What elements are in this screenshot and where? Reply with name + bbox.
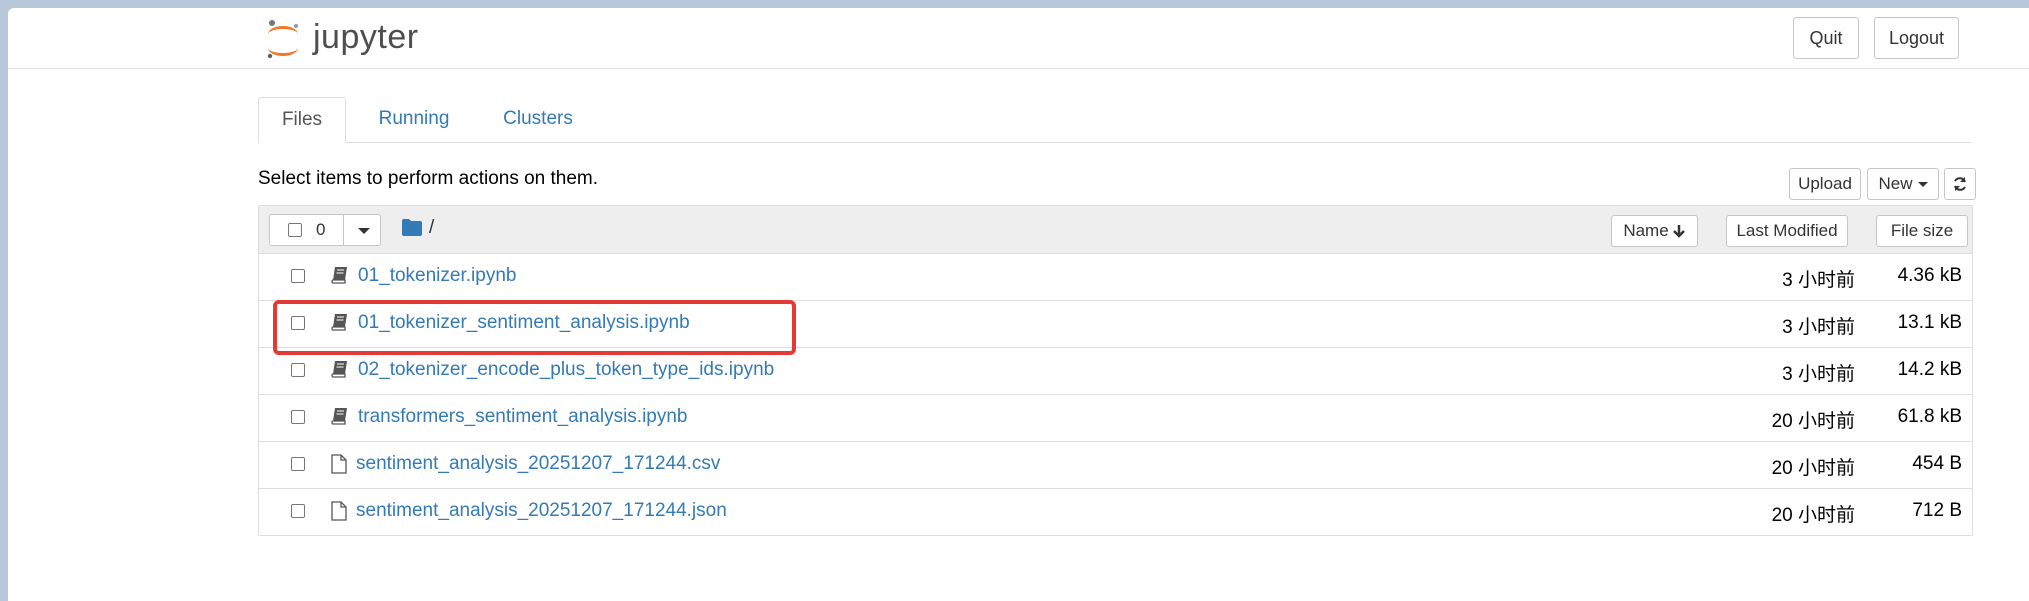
file-row[interactable]: 01_tokenizer_sentiment_analysis.ipynb 3 … — [259, 301, 1972, 348]
new-button-label: New — [1878, 174, 1913, 193]
file-icon — [331, 454, 347, 474]
refresh-button[interactable] — [1944, 168, 1976, 200]
file-name-link[interactable]: 02_tokenizer_encode_plus_token_type_ids.… — [358, 359, 774, 381]
file-row[interactable]: transformers_sentiment_analysis.ipynb 20… — [259, 395, 1972, 442]
breadcrumb-path[interactable]: / — [429, 217, 434, 239]
book-icon — [331, 314, 347, 331]
file-name-link[interactable]: 01_tokenizer.ipynb — [358, 265, 516, 287]
book-icon — [331, 408, 347, 425]
folder-icon[interactable] — [402, 219, 422, 236]
file-row[interactable]: 01_tokenizer.ipynb 3 小时前 4.36 kB — [259, 254, 1972, 301]
select-all-dropdown[interactable]: 0 — [269, 214, 381, 246]
row-checkbox[interactable] — [291, 269, 305, 283]
file-modified: 3 小时前 — [1782, 364, 1855, 385]
new-button[interactable]: New — [1867, 168, 1939, 200]
file-row[interactable]: sentiment_analysis_20251207_171244.json … — [259, 489, 1972, 535]
file-modified: 20 小时前 — [1771, 411, 1855, 432]
divider — [343, 215, 344, 245]
sort-by-modified-button[interactable]: Last Modified — [1726, 215, 1848, 247]
book-icon — [331, 361, 347, 378]
book-icon — [331, 267, 347, 284]
row-checkbox[interactable] — [291, 363, 305, 377]
header: jupyter Quit Logout — [8, 8, 2029, 69]
file-modified: 3 小时前 — [1782, 317, 1855, 338]
instructions-text: Select items to perform actions on them. — [258, 168, 599, 189]
jupyter-logo-icon — [267, 20, 298, 59]
row-checkbox[interactable] — [291, 410, 305, 424]
caret-down-icon — [1917, 181, 1928, 187]
file-row[interactable]: 02_tokenizer_encode_plus_token_type_ids.… — [259, 348, 1972, 395]
upload-button[interactable]: Upload — [1789, 168, 1861, 200]
file-size: 712 B — [1912, 500, 1962, 521]
file-row[interactable]: sentiment_analysis_20251207_171244.csv 2… — [259, 442, 1972, 489]
file-name-link[interactable]: transformers_sentiment_analysis.ipynb — [358, 406, 688, 428]
file-size: 454 B — [1912, 453, 1962, 474]
sort-by-name-button[interactable]: Name — [1611, 215, 1698, 247]
arrow-down-icon — [1672, 225, 1685, 238]
caret-down-icon[interactable] — [358, 228, 370, 234]
file-size: 61.8 kB — [1897, 406, 1962, 427]
sort-by-size-button[interactable]: File size — [1876, 215, 1968, 247]
row-checkbox[interactable] — [291, 316, 305, 330]
tab-files[interactable]: Files — [258, 97, 346, 143]
row-checkbox[interactable] — [291, 457, 305, 471]
logo-text: jupyter — [313, 18, 419, 56]
file-modified: 20 小时前 — [1771, 458, 1855, 479]
logout-button[interactable]: Logout — [1874, 17, 1959, 59]
browser-window: jupyter Quit Logout Files Running Cluste… — [8, 8, 2029, 601]
file-name-link[interactable]: sentiment_analysis_20251207_171244.json — [356, 500, 727, 522]
quit-button[interactable]: Quit — [1793, 17, 1859, 59]
selected-count: 0 — [316, 220, 326, 239]
file-list: 0 / Name Last Modified File size 01_toke… — [258, 205, 1973, 536]
file-list-header: 0 / Name Last Modified File size — [259, 206, 1972, 254]
file-size: 4.36 kB — [1897, 265, 1962, 286]
file-modified: 3 小时前 — [1782, 270, 1855, 291]
tab-clusters[interactable]: Clusters — [483, 97, 593, 141]
row-checkbox[interactable] — [291, 504, 305, 518]
file-modified: 20 小时前 — [1771, 505, 1855, 526]
file-name-link[interactable]: sentiment_analysis_20251207_171244.csv — [356, 453, 720, 475]
file-size: 13.1 kB — [1897, 312, 1962, 333]
tab-bar: Files Running Clusters — [258, 97, 1971, 143]
sort-name-label: Name — [1623, 221, 1669, 240]
file-icon — [331, 501, 347, 521]
file-size: 14.2 kB — [1897, 359, 1962, 380]
file-name-link[interactable]: 01_tokenizer_sentiment_analysis.ipynb — [358, 312, 690, 334]
select-all-checkbox[interactable] — [288, 223, 302, 237]
tab-running[interactable]: Running — [364, 97, 464, 141]
refresh-icon — [1954, 177, 1966, 191]
